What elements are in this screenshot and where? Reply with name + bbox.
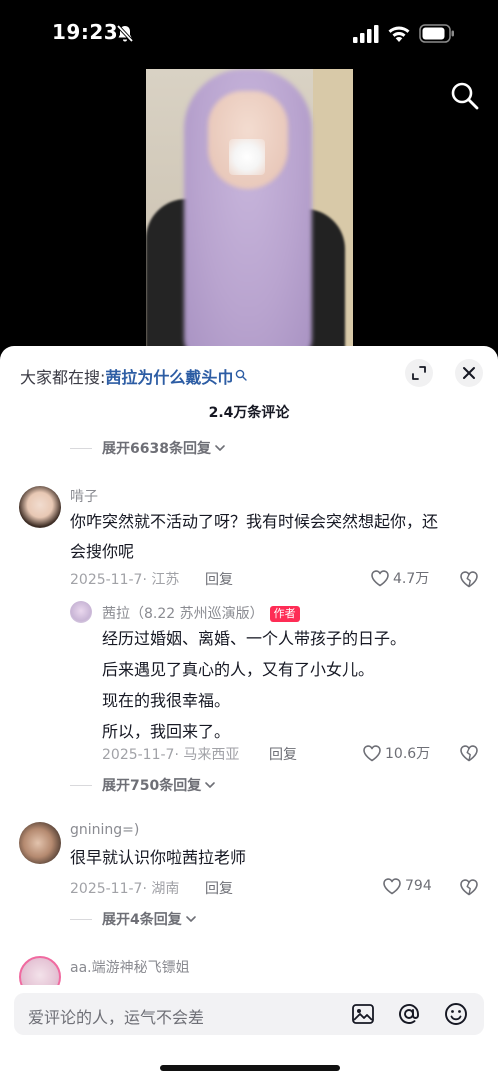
expand-replies-label: 展开4条回复 <box>102 912 182 928</box>
like-button[interactable]: 4.7万 <box>370 568 429 588</box>
video-sticker <box>229 139 265 175</box>
search-icon[interactable] <box>449 80 481 112</box>
reply-button[interactable]: 回复 <box>205 878 233 898</box>
close-button[interactable] <box>455 359 483 387</box>
expand-replies-button[interactable]: 展开6638条回复 <box>70 438 226 458</box>
comment-sheet-header: 大家都在搜:茜拉为什么戴头巾 2.4万条评论 <box>0 346 498 426</box>
close-icon <box>463 367 475 379</box>
search-suggestion[interactable]: 大家都在搜:茜拉为什么戴头巾 <box>20 364 248 388</box>
comment-sheet: 大家都在搜:茜拉为什么戴头巾 2.4万条评论 展开6638条回复 啃子 你咋突然… <box>0 346 498 1080</box>
emoji-icon[interactable] <box>443 1001 469 1027</box>
comment-count: 2.4万条评论 <box>208 405 290 421</box>
search-suggestion-prefix: 大家都在搜: <box>20 368 106 387</box>
search-suggestion-term[interactable]: 茜拉为什么戴头巾 <box>105 368 233 387</box>
image-icon[interactable] <box>350 1001 376 1027</box>
comment-text: 你咋突然就不活动了呀？我有时候会突然想起你，还 会搜你呢 <box>70 507 480 567</box>
comment-username[interactable]: gnining=) <box>70 822 139 838</box>
status-time: 19:23 <box>52 20 119 44</box>
video-frame[interactable] <box>146 69 353 356</box>
reply-date-location: 2025-11-7· 马来西亚 <box>102 747 240 763</box>
comment-date-location: 2025-11-7· 江苏 <box>70 572 180 588</box>
expand-replies-button[interactable]: 展开750条回复 <box>70 775 216 795</box>
reply-button[interactable]: 回复 <box>269 744 297 764</box>
comment-input-bar: 爱评论的人，运气不会差 <box>0 985 498 1080</box>
expand-replies-button[interactable]: 展开4条回复 <box>70 909 197 929</box>
heart-icon <box>363 745 381 762</box>
wifi-icon <box>388 26 410 42</box>
video-player[interactable] <box>0 66 498 356</box>
chevron-down-icon <box>205 782 216 788</box>
comment-username[interactable]: aa.端游神秘飞镖姐 <box>70 957 190 977</box>
status-bar: 19:23 <box>0 0 498 66</box>
heart-icon <box>383 878 401 895</box>
avatar[interactable] <box>19 822 61 864</box>
home-indicator <box>160 1065 340 1071</box>
signal-icon <box>353 25 379 43</box>
author-badge: 作者 <box>269 606 300 622</box>
expand-icon <box>412 366 426 380</box>
like-count: 794 <box>405 878 432 894</box>
chevron-down-icon <box>185 916 196 922</box>
broken-heart-icon[interactable] <box>459 744 479 762</box>
expand-button[interactable] <box>405 359 433 387</box>
author-username[interactable]: 茜拉（8.22 苏州巡演版） 作者 <box>102 603 300 623</box>
expand-replies-label: 展开6638条回复 <box>102 441 211 457</box>
broken-heart-icon[interactable] <box>459 878 479 896</box>
like-button[interactable]: 794 <box>382 877 432 895</box>
like-count: 10.6万 <box>385 746 431 762</box>
like-button[interactable]: 10.6万 <box>362 743 430 763</box>
expand-replies-label: 展开750条回复 <box>102 778 202 794</box>
comment-text-line: 会搜你呢 <box>70 542 135 561</box>
divider <box>70 784 92 786</box>
at-icon[interactable] <box>396 1001 422 1027</box>
chevron-down-icon <box>215 445 225 451</box>
like-count: 4.7万 <box>393 571 430 587</box>
reply-button[interactable]: 回复 <box>205 569 233 589</box>
bell-muted-icon <box>116 24 134 43</box>
reply-text-line: 经历过婚姻、离婚、一个人带孩子的日子。 <box>102 629 407 648</box>
heart-icon <box>371 570 389 587</box>
divider <box>70 447 92 449</box>
comment-text-line: 你咋突然就不活动了呀？我有时候会突然想起你，还 <box>70 512 439 531</box>
battery-icon <box>419 24 454 43</box>
reply-text-line: 后来遇见了真心的人，又有了小女儿。 <box>102 660 375 679</box>
comment-input[interactable]: 爱评论的人，运气不会差 <box>14 993 484 1035</box>
divider <box>70 918 92 920</box>
comment-text: 很早就认识你啦茜拉老师 <box>70 848 247 867</box>
author-name: 茜拉（8.22 苏州巡演版） <box>102 606 264 622</box>
comment-input-placeholder: 爱评论的人，运气不会差 <box>28 1008 205 1027</box>
broken-heart-icon[interactable] <box>459 570 479 588</box>
reply-text-line: 现在的我很幸福。 <box>102 691 231 710</box>
comment-date-location: 2025-11-7· 湖南 <box>70 881 180 897</box>
author-avatar[interactable] <box>70 601 92 623</box>
comment-username[interactable]: 啃子 <box>70 486 98 506</box>
author-reply-text: 经历过婚姻、离婚、一个人带孩子的日子。 后来遇见了真心的人，又有了小女儿。 现在… <box>102 623 482 747</box>
search-small-icon <box>236 369 248 381</box>
avatar[interactable] <box>19 486 61 528</box>
